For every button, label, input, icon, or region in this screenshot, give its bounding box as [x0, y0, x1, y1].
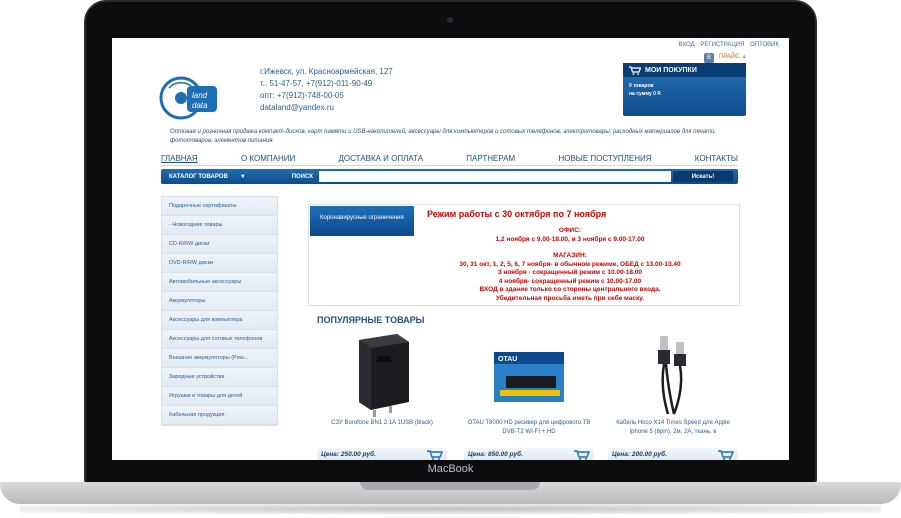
add-to-cart-icon[interactable] [718, 450, 734, 460]
catalog-dropdown[interactable]: КАТАЛОГ ТОВАРОВ ▼ [161, 174, 271, 180]
device-brand: MacBook [427, 463, 474, 475]
product-name[interactable]: СЗУ Borofone BN1 2.1A 1USB (black) [317, 419, 447, 428]
price-list-label: ПРАЙС [719, 54, 740, 60]
sidebar-item-cables[interactable]: Кабельная продукция [162, 406, 277, 425]
camera-icon [447, 17, 453, 23]
sidebar-item-toys[interactable]: Игрушки и товары для детей [162, 387, 277, 406]
cart-sum: на сумму 0 Р. [629, 91, 662, 97]
popular-title: ПОПУЛЯРНЫЕ ТОВАРЫ [317, 315, 425, 325]
sidebar-item-cd[interactable]: CD-R/RW диски [162, 235, 277, 254]
svg-text:data: data [192, 101, 208, 110]
chevron-down-icon: ▼ [239, 173, 246, 180]
tv-receiver-image: OTAU [494, 352, 564, 402]
catalog-label: КАТАЛОГ ТОВАРОВ [169, 173, 228, 180]
cart-items-count: 0 товаров [629, 83, 654, 89]
category-sidebar: Подарочные сертификаты - Новогодние това… [161, 196, 278, 426]
charger-image [359, 334, 409, 417]
sidebar-item-new-year[interactable]: - Новогодние товары [162, 216, 277, 235]
svg-text:OTAU: OTAU [498, 356, 517, 363]
notice-body: ОФИС: 1,2 ноября с 9.00-18.00, и 3 ноябр… [309, 227, 741, 303]
laptop-frame: MacBook ВХОД РЕГИСТРАЦИЯ ОПТОВИК В ПРАЙС… [0, 0, 901, 518]
register-link[interactable]: РЕГИСТРАЦИЯ [700, 42, 744, 48]
cart-summary: 0 товаров на сумму 0 Р. [623, 77, 746, 103]
cart-title: МОИ ПОКУПКИ [645, 66, 697, 74]
laptop-shadow [20, 504, 881, 514]
search-bar: КАТАЛОГ ТОВАРОВ ▼ ПОИСК Искать! [161, 169, 738, 184]
search-button[interactable]: Искать! [673, 171, 733, 182]
search-input[interactable] [319, 171, 671, 182]
cart-widget[interactable]: МОИ ПОКУПКИ 0 товаров на сумму 0 Р. [623, 63, 746, 116]
nav-home[interactable]: ГЛАВНАЯ [161, 154, 198, 163]
product-name[interactable]: OTAU T8000 HD ресивер для цифрового ТВ D… [464, 419, 594, 437]
shop-title: МАГАЗИН: [553, 252, 587, 259]
dataland-disc-logo-icon: land data [159, 76, 217, 120]
vk-icon[interactable]: В [704, 53, 714, 63]
sidebar-item-auto[interactable]: Автомобильные аксессуары [162, 273, 277, 292]
working-hours-notice: Коронавирусные ограничения Режим работы … [308, 204, 740, 306]
site-logo[interactable]: land data [159, 66, 229, 126]
shop-line: Убедительная просьба иметь при себе маск… [495, 294, 645, 302]
add-to-cart-icon[interactable] [427, 450, 443, 460]
site-tagline: Оптовая и розничная продажа компакт-диск… [170, 129, 717, 144]
shop-line: 3 ноября - сокращенный режим с 10.00-18.… [497, 269, 643, 276]
cart-header: МОИ ПОКУПКИ [623, 63, 746, 77]
nav-contacts[interactable]: КОНТАКТЫ [695, 154, 738, 163]
sidebar-item-phone-accessories[interactable]: Аксессуары для сотовых телефонов [162, 330, 277, 349]
office-title: ОФИС: [558, 227, 582, 234]
wholesale-phone-text: опт: +7(912)-748-00-05 [260, 91, 344, 100]
sidebar-item-power-banks[interactable]: Внешние аккумуляторы (Pow... [162, 349, 277, 368]
search-label: ПОИСК [291, 173, 313, 180]
add-to-cart-icon[interactable] [574, 450, 590, 460]
price-list-link[interactable]: ПРАЙС ▲ [719, 54, 747, 60]
nav-partners[interactable]: ПАРТНЕРАМ [466, 154, 515, 163]
address-text: г.Ижевск, ул. Красноармейская, 127 [260, 67, 393, 76]
shop-line: ВХОД в здание только со стороны централь… [479, 286, 661, 293]
shop-line: 4 ноября- сокращенный режим с 10.00-17.0… [498, 277, 642, 285]
wholesale-link[interactable]: ОПТОВИК [750, 42, 779, 48]
nav-about[interactable]: О КОМПАНИИ [241, 154, 295, 163]
sidebar-item-chargers[interactable]: Зарядные устройства [162, 368, 277, 387]
notice-title: Режим работы с 30 октября по 7 ноября [427, 209, 607, 219]
sidebar-item-batteries[interactable]: Аккумуляторы [162, 292, 277, 311]
browser-screen: ВХОД РЕГИСТРАЦИЯ ОПТОВИК В ПРАЙС ▲ land … [112, 38, 789, 460]
sidebar-item-pc-accessories[interactable]: Аксессуары для компьютера [162, 311, 277, 330]
office-text: 1,2 ноября с 9.00-18.00, и 3 ноября с 9.… [495, 235, 645, 243]
laptop-notch [360, 482, 540, 490]
phone-text: т.: 51-47-57, +7(912)-011-90-49 [260, 79, 373, 88]
svg-text:land: land [192, 91, 208, 100]
download-icon: ▲ [741, 54, 748, 60]
shopping-cart-icon [629, 65, 641, 75]
cable-image [658, 336, 686, 415]
login-link[interactable]: ВХОД [679, 42, 695, 48]
nav-delivery[interactable]: ДОСТАВКА И ОПЛАТА [339, 154, 424, 163]
sidebar-item-gift-certificates[interactable]: Подарочные сертификаты [162, 197, 277, 216]
nav-new-arrivals[interactable]: НОВЫЕ ПОСТУПЛЕНИЯ [558, 154, 651, 163]
sidebar-item-dvd[interactable]: DVD-R/RW диски [162, 254, 277, 273]
main-nav: ГЛАВНАЯ О КОМПАНИИ ДОСТАВКА И ОПЛАТА ПАР… [161, 154, 738, 166]
contact-info: г.Ижевск, ул. Красноармейская, 127 т.: 5… [260, 66, 393, 114]
shop-line: 30, 31 окт, 1, 2, 5, 6, 7 ноября- в обыч… [459, 260, 681, 268]
top-links: ВХОД РЕГИСТРАЦИЯ ОПТОВИК [675, 42, 779, 48]
product-name[interactable]: Кабель Hoco X14 Times Speed для Apple Ip… [608, 419, 738, 437]
email-link[interactable]: dataland@yandex.ru [260, 102, 393, 114]
